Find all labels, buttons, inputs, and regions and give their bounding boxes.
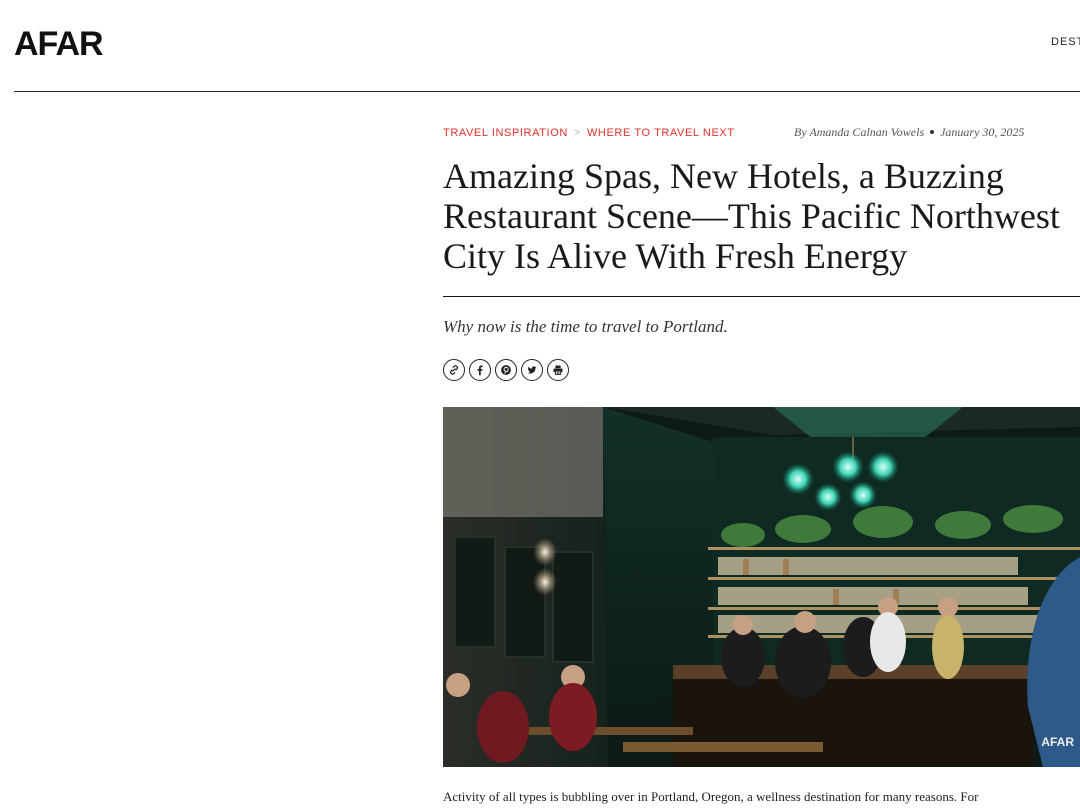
breadcrumb-link-where-to-travel-next[interactable]: WHERE TO TRAVEL NEXT [587,127,735,139]
breadcrumb: TRAVEL INSPIRATION > WHERE TO TRAVEL NEXT [443,127,735,139]
share-facebook-button[interactable] [469,359,491,381]
share-toolbar [443,359,569,381]
site-logo[interactable]: AFAR [14,24,104,64]
twitter-icon [527,366,537,374]
header-divider [14,91,1080,92]
author-link[interactable]: By Amanda Calnan Vowels [794,125,924,139]
article-headline: Amazing Spas, New Hotels, a Buzzing Rest… [443,156,1060,276]
share-link-button[interactable] [443,359,465,381]
print-button[interactable] [547,359,569,381]
publish-date: January 30, 2025 [940,125,1025,139]
image-watermark: AFAR [1041,735,1074,749]
share-pinterest-button[interactable] [495,359,517,381]
facebook-icon [477,365,483,376]
byline-separator-dot [930,130,935,134]
hero-image: AFAR [443,407,1080,767]
headline-divider [443,296,1080,297]
article-dek: Why now is the time to travel to Portlan… [443,317,728,336]
byline: By Amanda Calnan Vowels January 30, 2025 [794,125,1024,140]
breadcrumb-separator: > [573,127,581,139]
article-body-paragraph: Activity of all types is bubbling over i… [443,789,979,804]
hero-photo-bar-interior [443,407,1080,767]
print-icon [553,365,563,375]
link-icon [450,365,458,375]
pinterest-icon [501,365,511,375]
share-twitter-button[interactable] [521,359,543,381]
breadcrumb-link-travel-inspiration[interactable]: TRAVEL INSPIRATION [443,127,568,139]
nav-item-destinations[interactable]: DEST [1051,36,1080,48]
